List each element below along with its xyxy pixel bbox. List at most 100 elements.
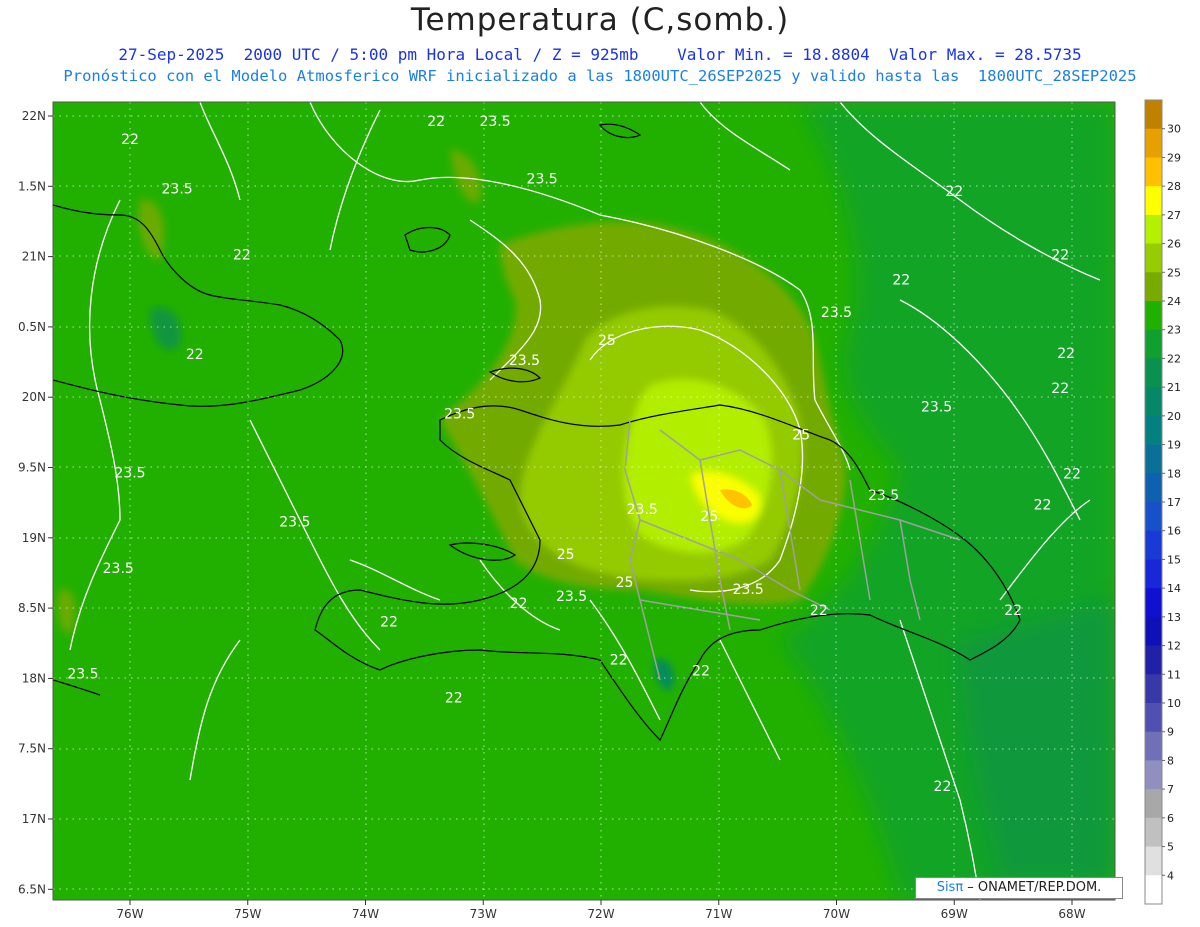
- lon-label: 76W: [116, 907, 143, 921]
- colorbar-label: 8: [1167, 754, 1174, 767]
- subtitle-model-info: Pronóstico con el Modelo Atmosferico WRF…: [63, 67, 1137, 85]
- lat-label: 9.5N: [18, 461, 46, 475]
- contour-label: 22: [233, 247, 251, 263]
- subtitle-time-level: 27-Sep-2025 2000 UTC / 5:00 pm Hora Loca…: [118, 45, 1082, 64]
- contour-label: 22: [934, 779, 952, 795]
- contour-label: 22: [121, 132, 139, 148]
- lon-label: 71W: [705, 907, 732, 921]
- colorbar-label: 17: [1167, 496, 1181, 509]
- colorbar-label: 24: [1167, 295, 1181, 308]
- colorbar-label: 29: [1167, 151, 1181, 164]
- colorbar-label: 27: [1167, 209, 1181, 222]
- lat-label: 18N: [22, 671, 46, 685]
- colorbar-label: 30: [1167, 123, 1181, 136]
- colorbar-label: 19: [1167, 439, 1181, 452]
- colorbar-swatch: [1145, 100, 1162, 130]
- lon-label: 70W: [823, 907, 850, 921]
- zone-26-core: [623, 379, 773, 553]
- colorbar-swatch: [1145, 789, 1162, 819]
- colorbar-label: 28: [1167, 180, 1181, 193]
- lon-label: 74W: [352, 907, 379, 921]
- longitude-axis: 76W 75W 74W 73W 72W 71W 70W 69W 68W: [116, 900, 1086, 921]
- contour-label: 22: [1057, 346, 1075, 362]
- lon-label: 75W: [234, 907, 261, 921]
- contour-label: 23.5: [479, 114, 510, 130]
- lat-label: 7.5N: [18, 742, 46, 756]
- contour-label: 23.5: [627, 502, 658, 518]
- colorbar-label: 15: [1167, 553, 1181, 566]
- contour-label: 22: [1051, 247, 1069, 263]
- colorbar-label: 11: [1167, 668, 1181, 681]
- latitude-axis: 22N 1.5N 21N 0.5N 20N 9.5N 19N 8.5N 18N 7.5N 17N 6.…: [18, 109, 53, 896]
- colorbar-swatch: [1145, 760, 1162, 790]
- credit-box: Sisπ – ONAMET/REP.DOM.: [915, 877, 1123, 899]
- colorbar-label: 7: [1167, 783, 1174, 796]
- contour-label: 23.5: [921, 399, 952, 415]
- credit-sis: Sisπ: [936, 880, 964, 895]
- colorbar-swatch: [1145, 502, 1162, 532]
- contour-label: 25: [700, 509, 718, 525]
- lat-label: 6.5N: [18, 882, 46, 896]
- lat-label: 0.5N: [18, 320, 46, 334]
- contour-label: 23.5: [527, 171, 558, 187]
- contour-label: 23.5: [444, 406, 475, 422]
- colorbar-swatch: [1145, 329, 1162, 359]
- contour-label: 22: [1004, 603, 1022, 619]
- colorbar-swatch: [1145, 387, 1162, 417]
- contour-label: 25: [598, 333, 616, 349]
- colorbar-swatch: [1145, 128, 1162, 158]
- lat-label: 20N: [22, 390, 46, 404]
- lon-label: 69W: [941, 907, 968, 921]
- colorbar-swatch: [1145, 415, 1162, 446]
- contour-label: 22: [810, 603, 828, 619]
- contour-label: 22: [445, 690, 463, 706]
- colorbar-swatch: [1145, 272, 1162, 302]
- colorbar-label: 21: [1167, 381, 1181, 394]
- colorbar-swatch: [1145, 846, 1162, 876]
- credit-rest: – ONAMET/REP.DOM.: [963, 880, 1102, 895]
- contour-label: 25: [616, 575, 634, 591]
- lon-label: 72W: [587, 907, 614, 921]
- lat-label: 8.5N: [18, 601, 46, 615]
- colorbar-swatch: [1145, 645, 1162, 675]
- contour-label: 22: [945, 184, 963, 200]
- colorbar-label: 25: [1167, 266, 1181, 279]
- colorbar-label: 23: [1167, 324, 1181, 337]
- contour-label: 22: [427, 114, 445, 130]
- contour-label: 22: [1063, 467, 1081, 483]
- contour-label: 22: [692, 664, 710, 680]
- contour-label: 23.5: [162, 181, 193, 197]
- lat-label: 1.5N: [18, 179, 46, 193]
- colorbar-swatch: [1145, 616, 1162, 647]
- colorbar-swatch: [1145, 186, 1162, 216]
- temperature-map: 22 23.5 22 23.5 23.5 22 22 22 22 23.5 25 22 22 23.5 22…: [18, 99, 1181, 921]
- contour-label: 23.5: [868, 488, 899, 504]
- contour-label: 23.5: [733, 582, 764, 598]
- colorbar-label: 18: [1167, 467, 1181, 480]
- colorbar-swatch: [1145, 588, 1162, 618]
- colorbar-label: 9: [1167, 726, 1174, 739]
- colorbar-label: 13: [1167, 611, 1181, 624]
- colorbar-swatch: [1145, 358, 1162, 388]
- colorbar-label: 16: [1167, 525, 1181, 538]
- contour-label: 22: [610, 652, 628, 668]
- colorbar-label: 6: [1167, 812, 1174, 825]
- colorbar-label: 22: [1167, 352, 1181, 365]
- contour-label: 22: [1051, 381, 1069, 397]
- contour-label: 23.5: [279, 515, 310, 531]
- colorbar-swatch: [1145, 157, 1162, 187]
- colorbar-swatch: [1145, 817, 1162, 848]
- lat-label: 22N: [22, 109, 46, 123]
- colorbar-swatch: [1145, 703, 1162, 733]
- colorbar-label: 10: [1167, 697, 1181, 710]
- colorbar-swatch: [1145, 731, 1162, 761]
- colorbar-swatch: [1145, 243, 1162, 273]
- contour-label: 22: [892, 273, 910, 289]
- colorbar-swatch: [1145, 444, 1162, 474]
- colorbar-swatch: [1145, 530, 1162, 560]
- map-plot-area: 22 23.5 22 23.5 23.5 22 22 22 22 23.5 25 22 22 23.5 22…: [53, 102, 1115, 900]
- lon-label: 68W: [1058, 907, 1085, 921]
- colorbar-label: 4: [1167, 869, 1174, 882]
- colorbar: 30 29 28 27 26 25 24 23 22 21 20 19 18 17 16 15 14 13 12 11…: [1144, 99, 1181, 905]
- colorbar-label: 26: [1167, 238, 1181, 251]
